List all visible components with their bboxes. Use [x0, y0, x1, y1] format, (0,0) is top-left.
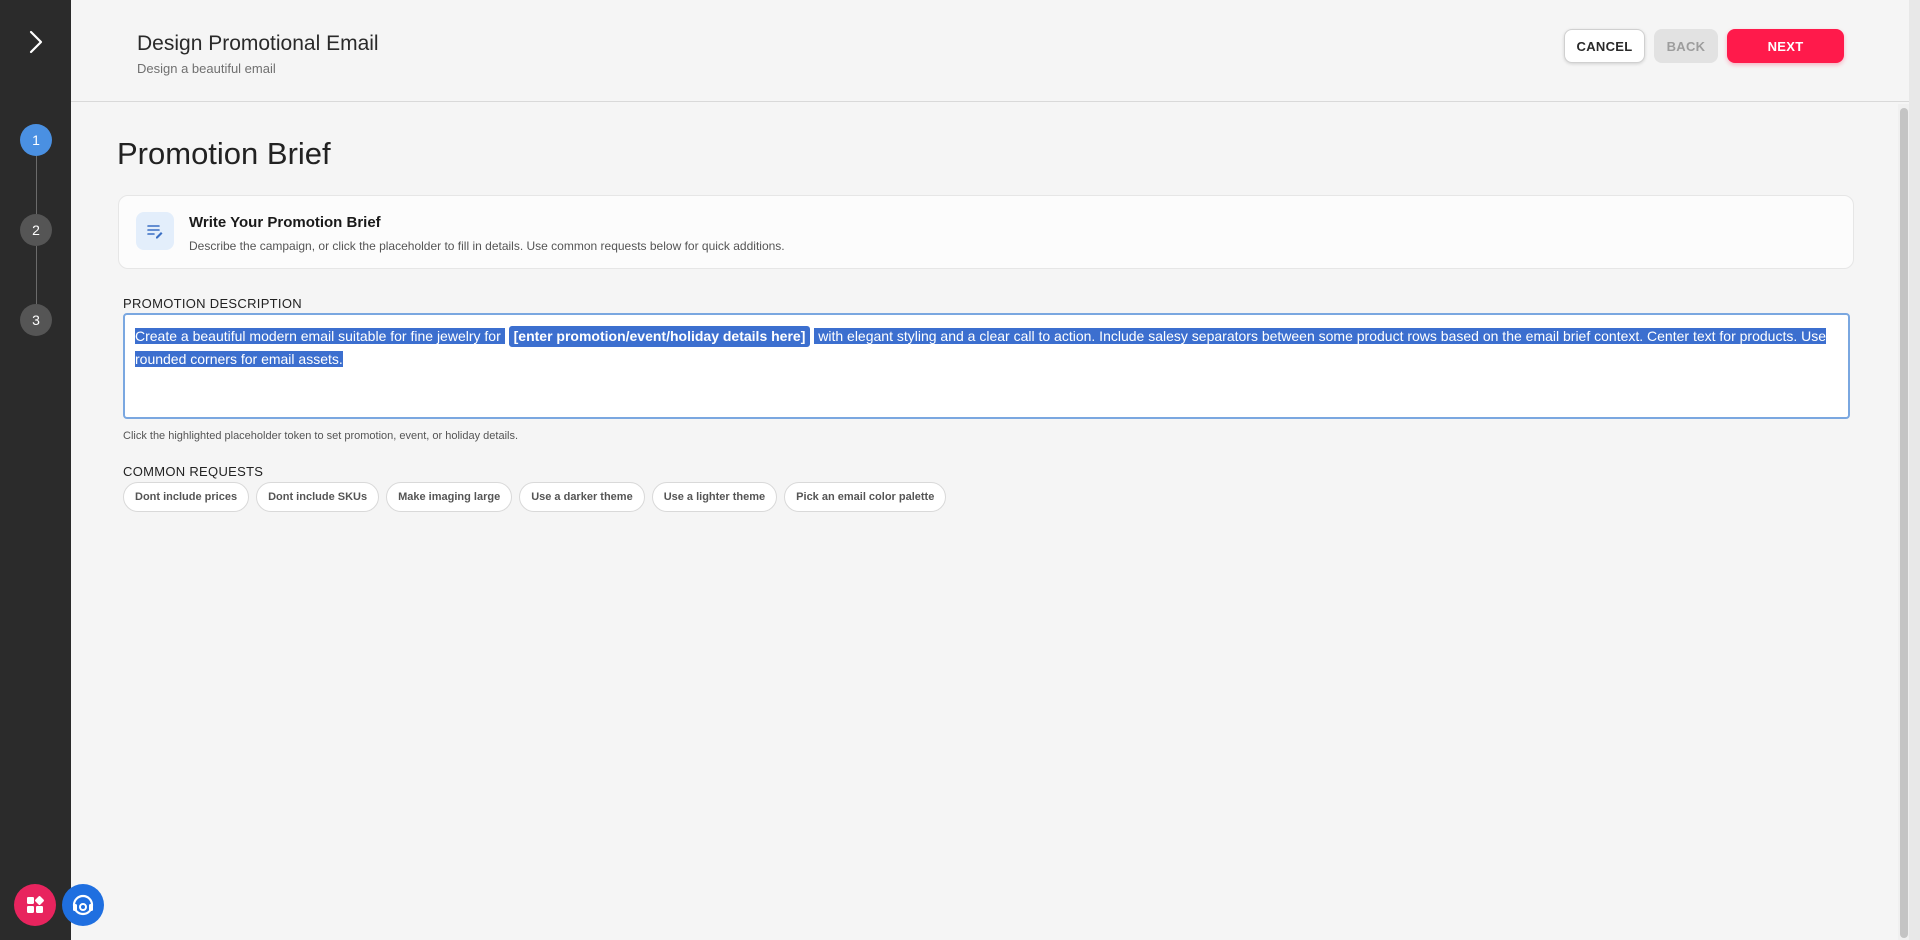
apps-button[interactable]	[14, 884, 56, 926]
support-icon	[72, 894, 94, 916]
step-connector	[36, 156, 37, 214]
description-text-before: Create a beautiful modern email suitable…	[135, 328, 501, 344]
promotion-description-label: PROMOTION DESCRIPTION	[123, 296, 302, 311]
cancel-button[interactable]: CANCEL	[1564, 29, 1645, 63]
header-subtitle: Design a beautiful email	[137, 61, 276, 76]
placeholder-hint: Click the highlighted placeholder token …	[123, 430, 519, 442]
back-button[interactable]: BACK	[1654, 29, 1718, 63]
window-edge	[1909, 0, 1920, 940]
step-3[interactable]: 3	[20, 304, 52, 336]
common-requests-label: COMMON REQUESTS	[123, 464, 264, 479]
common-requests-list: Dont include prices Dont include SKUs Ma…	[123, 482, 947, 512]
chip-color-palette[interactable]: Pick an email color palette	[784, 482, 947, 512]
edit-note-icon	[147, 225, 163, 239]
step-connector	[36, 246, 37, 304]
chevron-right-icon	[29, 30, 42, 54]
chip-dont-include-skus[interactable]: Dont include SKUs	[256, 482, 380, 512]
card-title: Write Your Promotion Brief	[189, 214, 381, 231]
brief-info-card: Write Your Promotion Brief Describe the …	[118, 195, 1854, 269]
page-title: Promotion Brief	[117, 136, 331, 171]
step-2[interactable]: 2	[20, 214, 52, 246]
left-rail: 1 2 3	[0, 0, 104, 940]
chip-make-imaging-large[interactable]: Make imaging large	[386, 482, 513, 512]
card-description: Describe the campaign, or click the plac…	[189, 239, 785, 253]
expand-sidebar-button[interactable]	[0, 0, 71, 84]
page-header: Design Promotional Email Design a beauti…	[71, 0, 1909, 102]
card-icon-container	[136, 212, 174, 250]
next-button[interactable]: NEXT	[1727, 29, 1844, 63]
chip-dont-include-prices[interactable]: Dont include prices	[123, 482, 250, 512]
header-title: Design Promotional Email	[137, 32, 379, 55]
promotion-description-input[interactable]: Create a beautiful modern email suitable…	[123, 313, 1850, 419]
support-button[interactable]	[62, 884, 104, 926]
scrollbar-thumb[interactable]	[1900, 108, 1908, 938]
chip-darker-theme[interactable]: Use a darker theme	[519, 482, 645, 512]
step-1[interactable]: 1	[20, 124, 52, 156]
chip-lighter-theme[interactable]: Use a lighter theme	[651, 482, 778, 512]
placeholder-token[interactable]: [enter promotion/event/holiday details h…	[508, 326, 811, 347]
apps-icon	[27, 896, 44, 913]
